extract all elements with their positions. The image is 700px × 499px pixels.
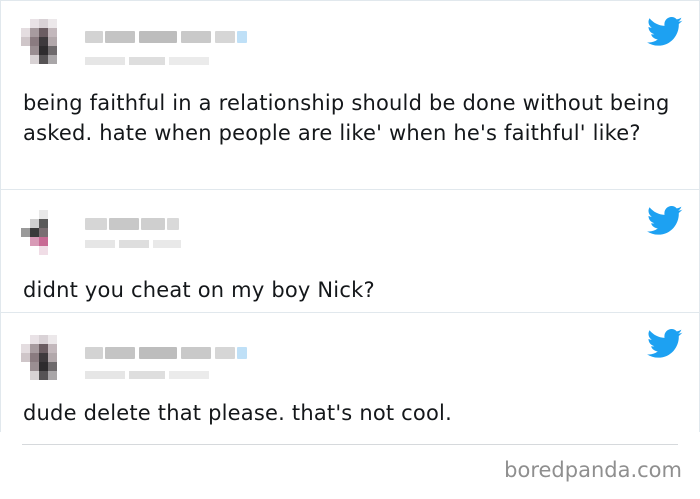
- author-name-blurred[interactable]: [85, 218, 195, 232]
- tweet-text: dude delete that please. that's not cool…: [23, 401, 452, 425]
- twitter-bird-icon: [647, 329, 683, 358]
- avatar[interactable]: [21, 210, 71, 260]
- avatar[interactable]: [21, 335, 71, 385]
- reply-tweet-card: didnt you cheat on my boy Nick?: [0, 189, 700, 313]
- author-name-blurred[interactable]: [85, 31, 255, 45]
- author-handle-blurred: [85, 371, 225, 381]
- tweet-text: being faithful in a relationship should …: [23, 91, 670, 145]
- site-watermark: boredpanda.com: [504, 458, 682, 482]
- author-handle-blurred: [85, 240, 195, 250]
- twitter-bird-icon: [647, 17, 683, 46]
- avatar[interactable]: [21, 19, 71, 69]
- reply-tweet-card: dude delete that please. that's not cool…: [0, 312, 700, 432]
- twitter-bird-icon: [647, 206, 683, 235]
- tweet-text: didnt you cheat on my boy Nick?: [23, 278, 375, 302]
- author-handle-blurred: [85, 57, 225, 67]
- tweet-card: being faithful in a relationship should …: [0, 0, 700, 190]
- footer-divider: [22, 444, 678, 445]
- author-name-blurred[interactable]: [85, 347, 255, 361]
